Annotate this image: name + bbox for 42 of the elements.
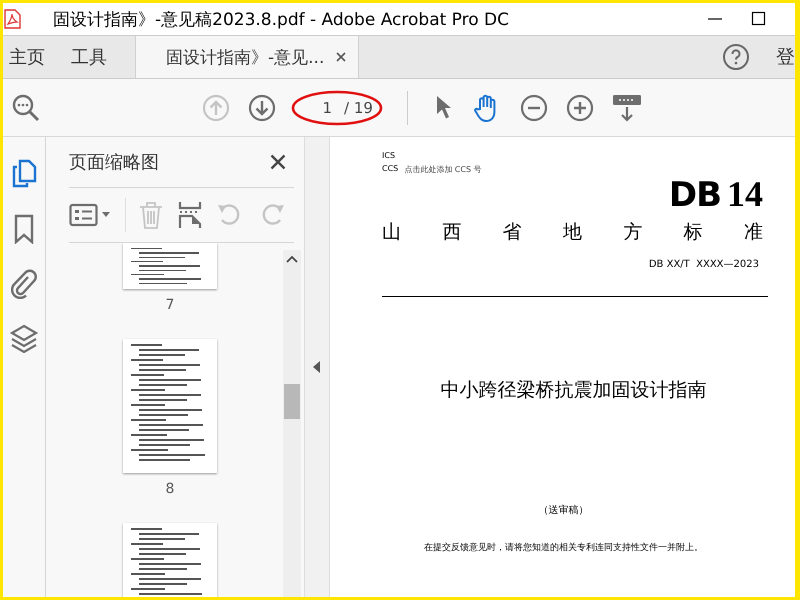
standard-category: 山西省地方标准 (382, 220, 763, 245)
province-code: 14 (727, 173, 763, 215)
bookmark-icon[interactable] (13, 214, 35, 244)
ccs-placeholder-link[interactable]: 点击此处添加 CCS 号 (404, 164, 482, 175)
panel-title: 页面缩略图 (69, 151, 159, 174)
tab[interactable]: 主页 (3, 36, 53, 78)
scroll-up-icon[interactable] (285, 254, 299, 264)
help-icon[interactable] (722, 43, 750, 71)
tab[interactable]: 固设计指南》-意见... (135, 36, 360, 78)
collapse-arrow-icon[interactable] (313, 361, 321, 373)
document-title: 中小跨径梁桥抗震加固设计指南 (440, 378, 706, 403)
window-title: 固设计指南》-意见稿2023.8.pdf - Adobe Acrobat Pro DC (53, 8, 510, 30)
draft-stage: （送审稿） (538, 504, 588, 517)
tab[interactable]: 工具 (65, 36, 115, 78)
scroll-thumb[interactable] (284, 384, 300, 419)
page-thumbnail[interactable] (123, 243, 217, 289)
page-number-field[interactable]: 1 (312, 98, 332, 116)
scrollbar[interactable] (283, 250, 301, 597)
maximize-icon[interactable] (751, 11, 767, 27)
find-icon[interactable] (11, 92, 41, 122)
list-options-icon[interactable] (69, 202, 113, 228)
insert-pages-icon[interactable] (178, 201, 202, 229)
standard-number: DB XX/T XXXX—2023 (648, 259, 759, 270)
ccs-label: CCS (382, 164, 398, 175)
paperclip-icon[interactable] (11, 269, 37, 299)
page-number-label: 7 (166, 297, 174, 313)
page-thumbnail[interactable] (123, 339, 217, 473)
patent-notice: 在提交反馈意见时，请将您知道的相关专利连同支持性文件一并附上。 (424, 542, 703, 554)
page-total: / 19 (344, 98, 373, 116)
app-logo-icon[interactable] (3, 9, 21, 29)
close-icon[interactable] (270, 154, 286, 170)
close-tab-icon[interactable] (336, 52, 346, 62)
pages-icon[interactable] (11, 159, 37, 189)
layers-icon[interactable] (10, 324, 38, 354)
zoom-out-icon[interactable] (520, 94, 548, 122)
keyboard-arrow-icon[interactable] (612, 92, 642, 122)
zoom-in-icon[interactable] (566, 94, 594, 122)
standard-prefix: DB (668, 175, 721, 215)
sign-in-link[interactable]: 登 (776, 44, 795, 70)
page-thumbnail[interactable] (123, 523, 217, 597)
ics-label: ICS (382, 151, 396, 160)
page-number-label: 8 (166, 481, 174, 497)
